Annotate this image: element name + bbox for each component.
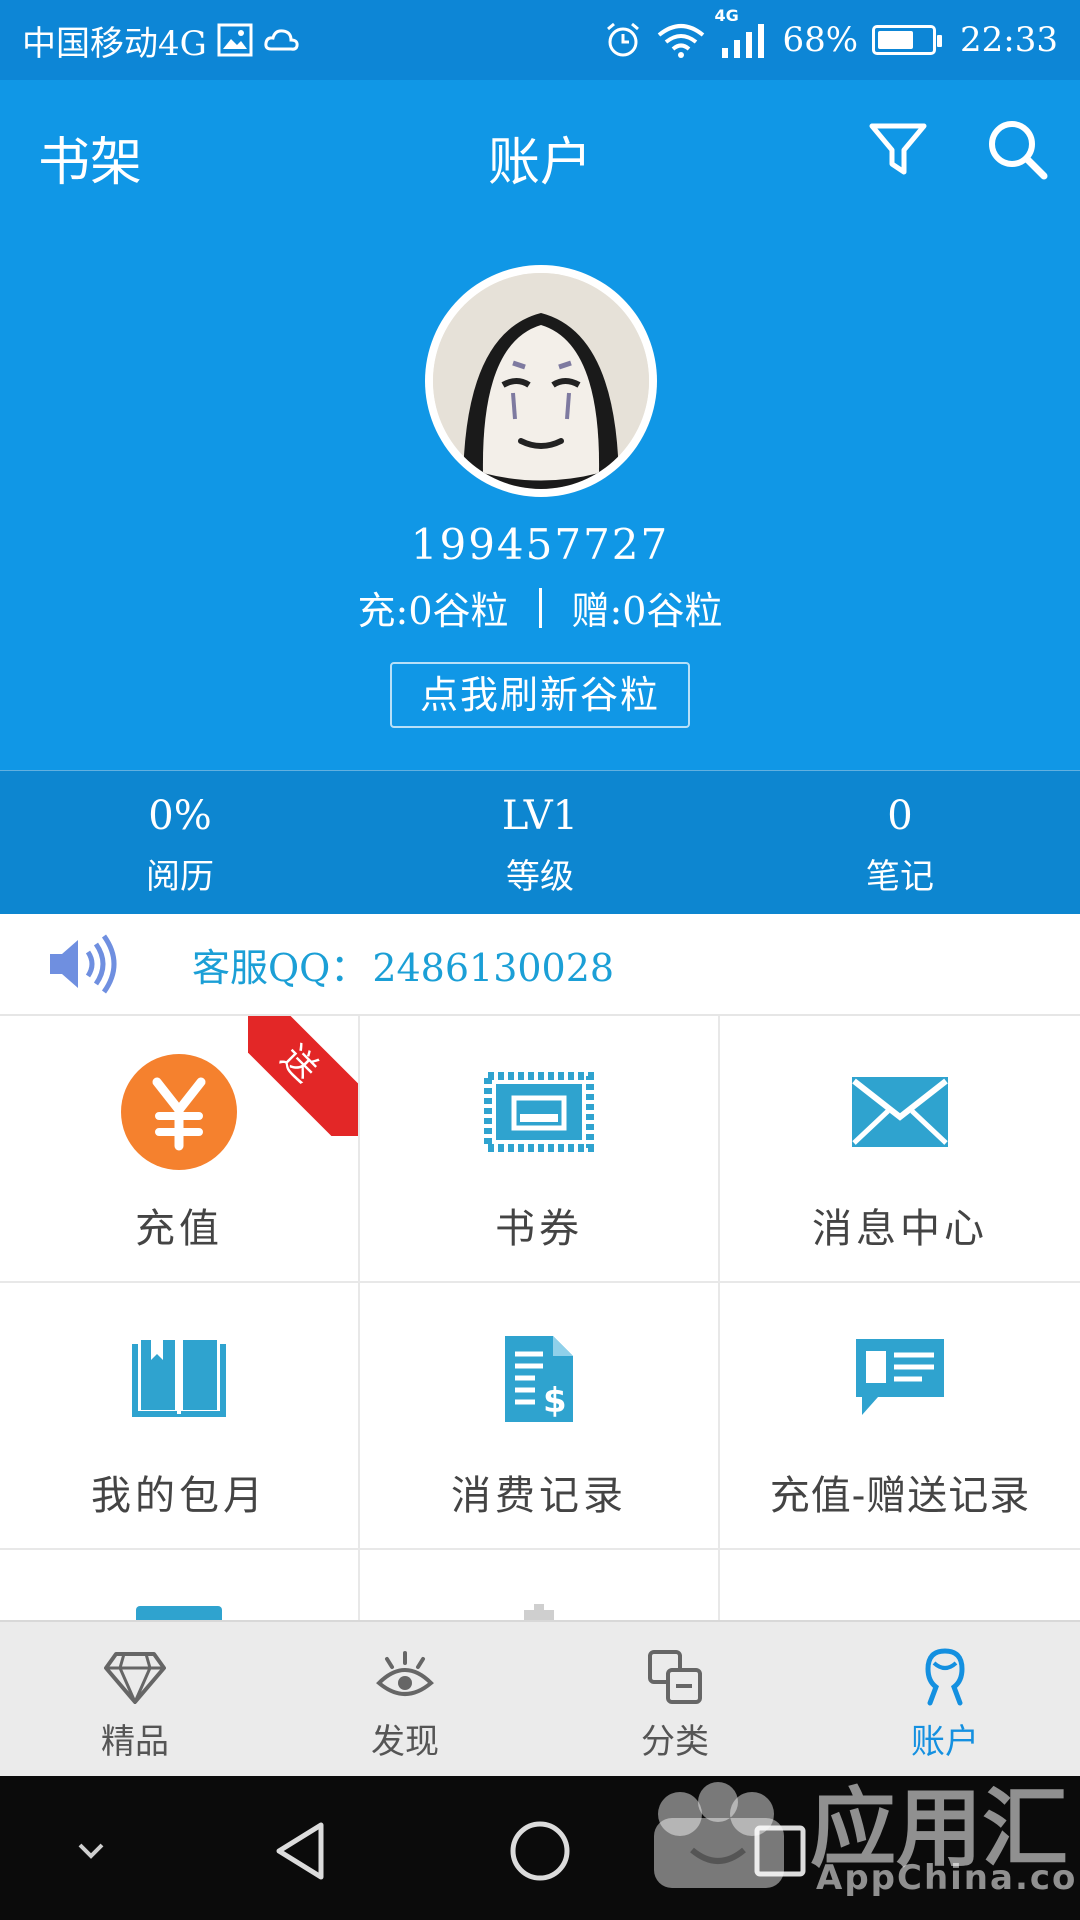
gift-badge: 送 bbox=[248, 1016, 358, 1136]
grid-label: 我的包月 bbox=[91, 1473, 267, 1519]
chat-card-icon bbox=[720, 1319, 1080, 1439]
grid-item-spending[interactable]: $ 消费记录 bbox=[360, 1283, 720, 1550]
search-icon[interactable] bbox=[986, 118, 1050, 182]
service-qq: 2486130028 bbox=[372, 945, 615, 990]
watermark-logo-icon bbox=[654, 1782, 784, 1888]
nav-label: 发现 bbox=[371, 1722, 439, 1762]
grid-item-row3-2[interactable] bbox=[360, 1550, 720, 1620]
stat-value: LV1 bbox=[501, 793, 579, 839]
grid-label: 充值 bbox=[135, 1206, 223, 1252]
badge-text: 送 bbox=[248, 1016, 358, 1136]
ticket-icon bbox=[360, 1052, 718, 1172]
no-face-avatar-icon bbox=[433, 273, 649, 489]
wifi-icon bbox=[656, 21, 706, 59]
stat-level[interactable]: LV1 等级 bbox=[360, 771, 720, 914]
gift-balance: 赠:0谷粒 bbox=[571, 589, 723, 633]
nav-featured[interactable]: 精品 bbox=[0, 1622, 270, 1776]
refresh-balance-button[interactable]: 点我刷新谷粒 bbox=[390, 662, 690, 728]
grid-item-coupons[interactable]: 书券 bbox=[360, 1016, 720, 1283]
back-icon[interactable] bbox=[266, 1816, 336, 1886]
stat-label: 笔记 bbox=[866, 857, 934, 897]
grid-item-monthly[interactable]: 我的包月 bbox=[0, 1283, 360, 1550]
stat-label: 阅历 bbox=[146, 857, 214, 897]
user-id: 199457727 bbox=[410, 520, 670, 569]
account-header: 书架 账户 199457727 充:0谷粒 赠:0谷粒 点我刷新谷粒 bbox=[0, 80, 1080, 770]
grid-item-row3-3[interactable] bbox=[720, 1550, 1080, 1620]
clock: 22:33 bbox=[960, 20, 1058, 60]
stat-reading[interactable]: 0% 阅历 bbox=[0, 771, 360, 914]
alarm-icon bbox=[604, 21, 642, 59]
watermark-subtitle: AppChina.com bbox=[816, 1858, 1080, 1898]
cloud-icon bbox=[263, 25, 301, 55]
recharge-balance: 充:0谷粒 bbox=[357, 589, 509, 633]
status-bar: 中国移动4G 4G 68% 22:33 bbox=[0, 0, 1080, 80]
grid-label: 消费记录 bbox=[451, 1473, 627, 1519]
signal-icon: 4G bbox=[714, 6, 768, 60]
battery-icon bbox=[872, 25, 943, 55]
avatar[interactable] bbox=[425, 265, 657, 497]
bill-dollar-icon: $ bbox=[360, 1319, 718, 1439]
diamond-icon bbox=[0, 1646, 270, 1708]
grid-item-recharge-gift-records[interactable]: 充值-赠送记录 bbox=[720, 1283, 1080, 1550]
partial-gear-icon bbox=[506, 1602, 572, 1620]
grid-label: 消息中心 bbox=[812, 1206, 988, 1252]
partial-icon bbox=[136, 1606, 222, 1620]
nav-discover[interactable]: 发现 bbox=[270, 1622, 540, 1776]
hide-keyboard-icon[interactable] bbox=[56, 1816, 126, 1886]
grid-label: 充值-赠送记录 bbox=[769, 1473, 1031, 1519]
nav-label: 精品 bbox=[101, 1722, 169, 1762]
filter-icon[interactable] bbox=[868, 120, 928, 180]
user-icon bbox=[810, 1646, 1080, 1708]
home-icon[interactable] bbox=[505, 1816, 575, 1886]
app-bar: 书架 账户 bbox=[0, 80, 1080, 224]
stat-notes[interactable]: 0 笔记 bbox=[720, 771, 1080, 914]
balance-row: 充:0谷粒 赠:0谷粒 bbox=[0, 580, 1080, 635]
stat-value: 0% bbox=[148, 793, 212, 839]
stat-value: 0 bbox=[887, 793, 913, 839]
grid-item-messages[interactable]: 消息中心 bbox=[720, 1016, 1080, 1283]
customer-service-row[interactable]: 客服QQ： 2486130028 bbox=[0, 914, 1080, 1016]
speaker-icon bbox=[46, 934, 122, 994]
grid-item-recharge[interactable]: 充值 送 bbox=[0, 1016, 360, 1283]
network-label: 4G bbox=[714, 6, 739, 25]
svg-text:$: $ bbox=[543, 1381, 567, 1421]
stat-label: 等级 bbox=[506, 857, 574, 897]
grid-item-row3-1[interactable] bbox=[0, 1550, 360, 1620]
appchina-watermark: 应用汇 AppChina.com bbox=[640, 1740, 1080, 1900]
gallery-icon bbox=[217, 23, 253, 57]
open-book-icon bbox=[0, 1319, 358, 1439]
battery-percent: 68% bbox=[782, 20, 859, 60]
squares-icon bbox=[540, 1646, 810, 1708]
feature-grid: 充值 送 书券 消息中心 我的包月 $ 消费记录 充值-赠送记录 bbox=[0, 1016, 1080, 1620]
envelope-icon bbox=[720, 1052, 1080, 1172]
service-text: 客服QQ： 2486130028 bbox=[192, 937, 614, 992]
carrier-label: 中国移动4G bbox=[22, 23, 207, 64]
eye-icon bbox=[270, 1646, 540, 1708]
service-label: 客服QQ： bbox=[192, 945, 369, 990]
grid-label: 书券 bbox=[495, 1206, 583, 1252]
balance-divider bbox=[538, 587, 542, 628]
stats-bar: 0% 阅历 LV1 等级 0 笔记 bbox=[0, 770, 1080, 914]
